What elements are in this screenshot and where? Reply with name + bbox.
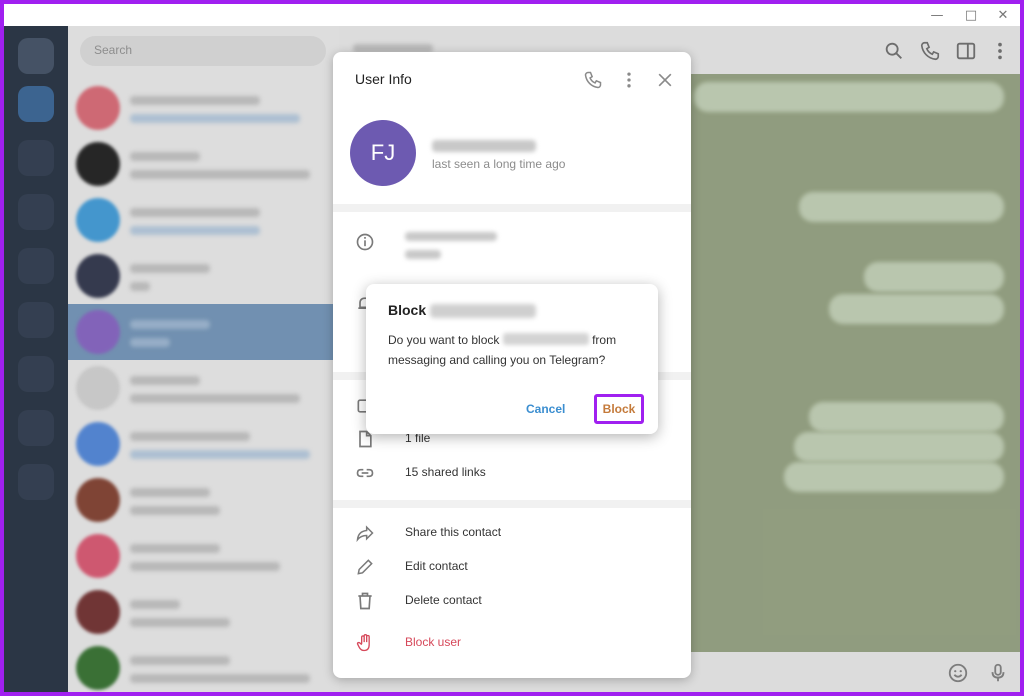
shared-links-row[interactable]: 15 shared links — [333, 456, 691, 490]
avatar: FJ — [350, 120, 416, 186]
panel-title: User Info — [355, 71, 412, 87]
maximize-icon[interactable]: □ — [954, 4, 988, 26]
close-window-icon[interactable]: ✕ — [986, 4, 1020, 26]
dialog-message: Do you want to block from messaging and … — [388, 330, 640, 370]
blurred-name — [430, 304, 536, 318]
title-bar: — □ ✕ — [4, 4, 1020, 26]
block-confirmation-dialog: Block Do you want to block from messagin… — [366, 284, 658, 434]
dialog-message-start: Do you want to block — [388, 333, 503, 347]
cancel-button[interactable]: Cancel — [526, 402, 565, 416]
link-icon — [356, 468, 374, 478]
more-icon[interactable] — [619, 70, 639, 90]
delete-contact-row[interactable]: Delete contact — [333, 584, 691, 618]
edit-contact-label: Edit contact — [405, 559, 468, 573]
divider — [333, 500, 691, 508]
share-contact-row[interactable]: Share this contact — [333, 516, 691, 550]
shared-links-label: 15 shared links — [405, 465, 486, 479]
edit-contact-row[interactable]: Edit contact — [333, 550, 691, 584]
close-icon[interactable] — [655, 70, 675, 90]
info-icon — [356, 233, 374, 251]
blurred-text — [405, 232, 497, 241]
app-window: — □ ✕ Search User Info FJ last seen a lo… — [4, 4, 1020, 692]
minimize-icon[interactable]: — — [920, 4, 954, 26]
divider — [333, 204, 691, 212]
last-seen-status: last seen a long time ago — [432, 157, 566, 171]
share-icon — [356, 525, 374, 543]
pencil-icon — [357, 559, 373, 575]
blurred-text — [405, 250, 441, 259]
delete-contact-label: Delete contact — [405, 593, 482, 607]
blurred-name — [502, 333, 589, 345]
hand-stop-icon — [356, 633, 370, 652]
phone-icon[interactable] — [583, 70, 603, 90]
trash-icon — [358, 592, 372, 610]
block-user-row[interactable]: Block user — [333, 626, 691, 660]
share-contact-label: Share this contact — [405, 525, 502, 539]
block-user-label: Block user — [405, 635, 462, 649]
dialog-title: Block — [388, 302, 427, 318]
block-button[interactable]: Block — [594, 394, 644, 424]
blurred-name — [432, 140, 536, 152]
